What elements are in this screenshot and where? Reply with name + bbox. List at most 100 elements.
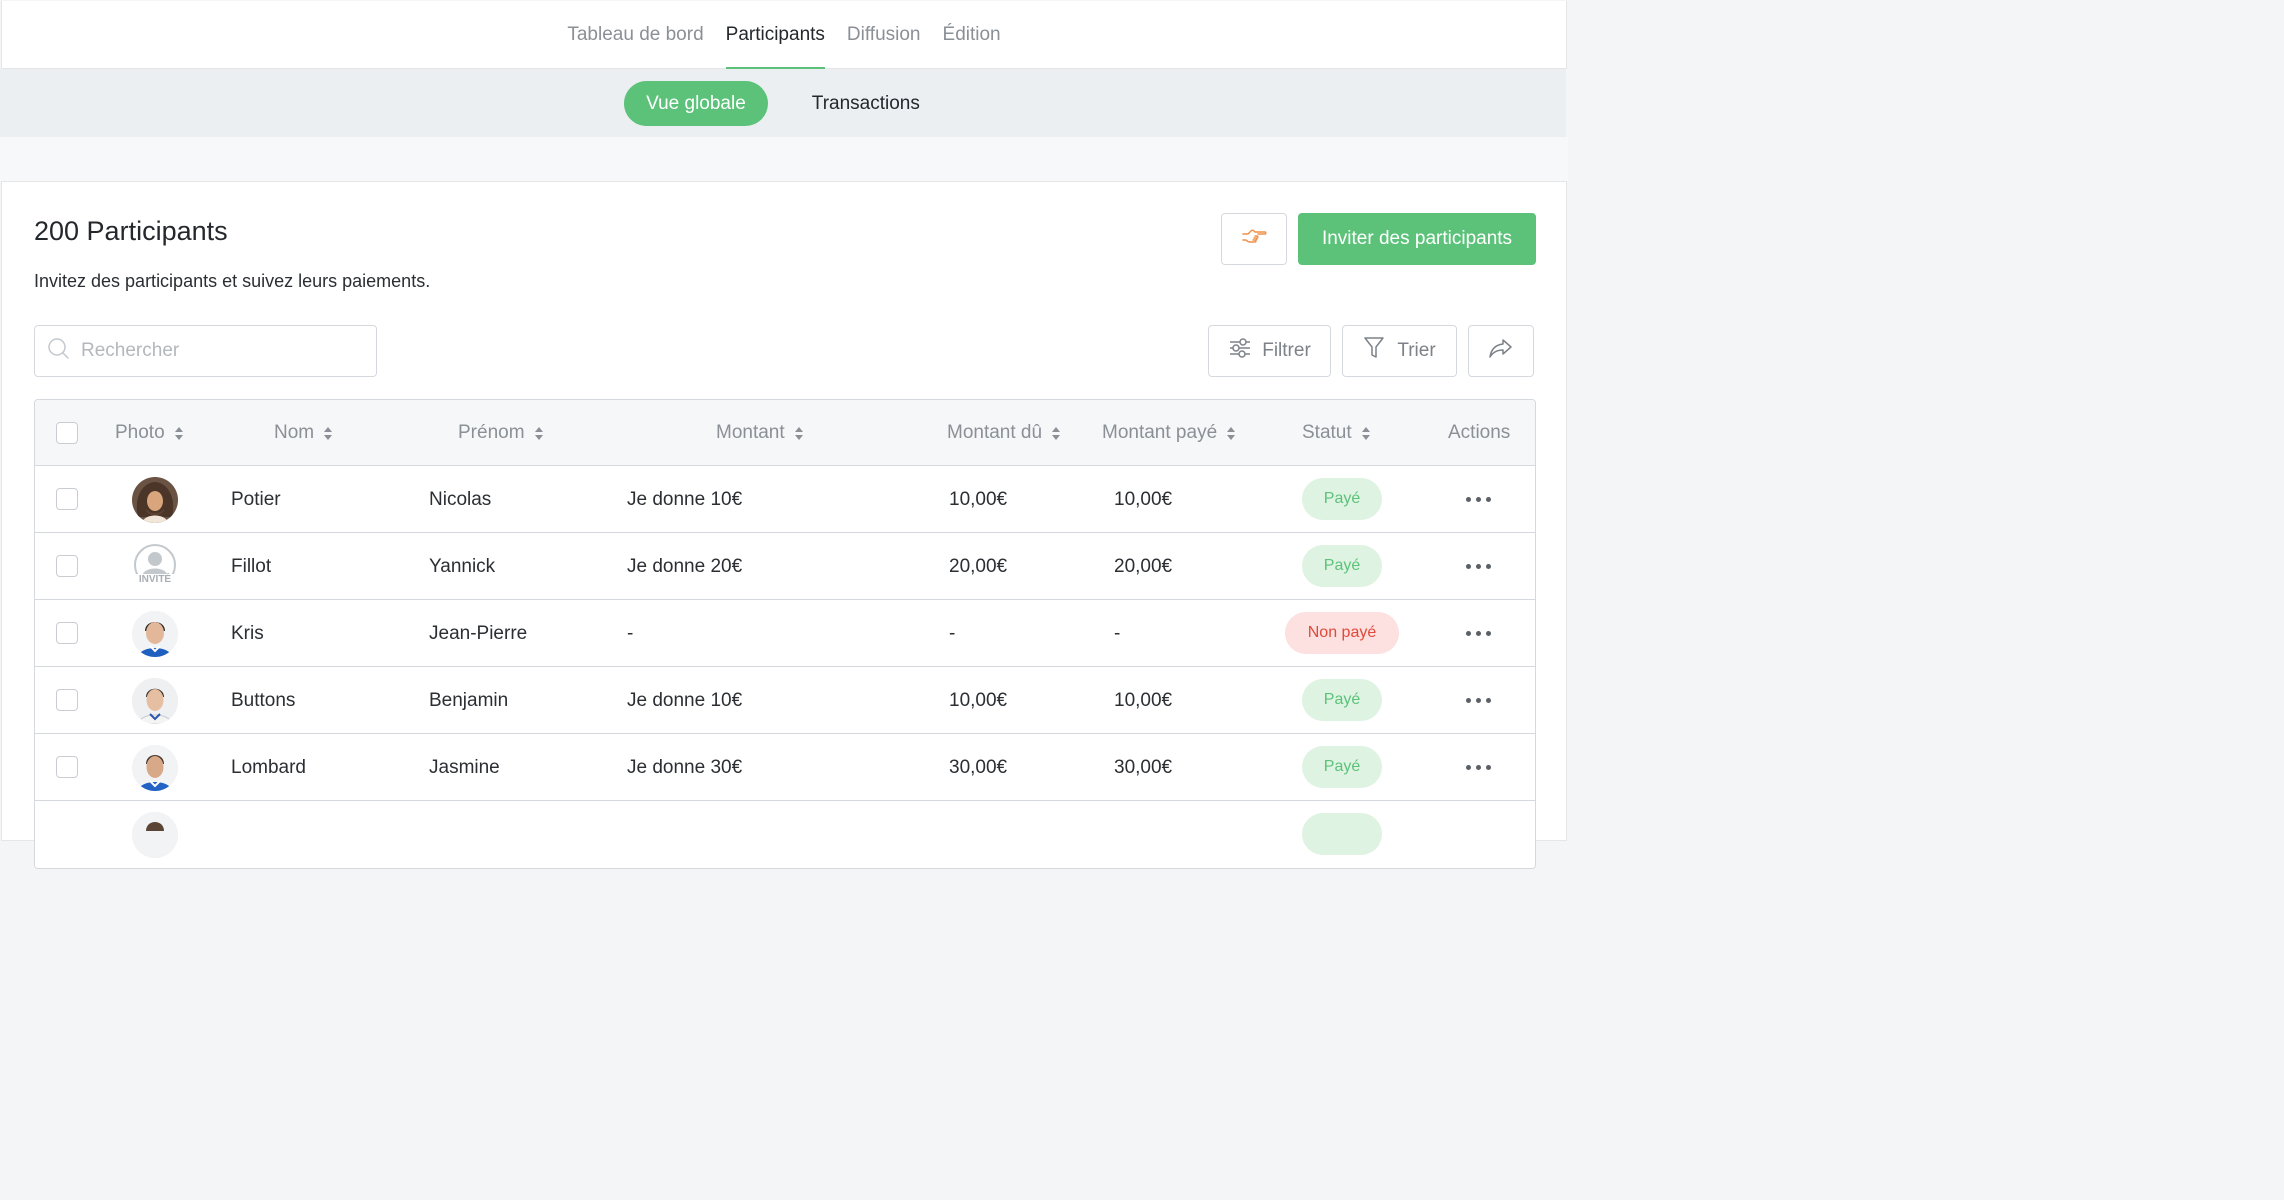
share-arrow-icon xyxy=(1488,337,1514,365)
more-dots-icon[interactable] xyxy=(1466,698,1491,703)
table-header: Photo Nom Prénom Montant Montant dû Mont… xyxy=(35,400,1535,466)
tab-participants[interactable]: Participants xyxy=(725,1,826,70)
cell-montant-du: - xyxy=(949,623,956,644)
avatar xyxy=(132,812,178,858)
column-prenom-label: Prénom xyxy=(458,422,525,443)
participants-card: 200 Participants Invitez des participant… xyxy=(1,181,1567,869)
avatar-invited: INVITÉ xyxy=(132,544,178,590)
table-row[interactable]: Potier Nicolas Je donne 10€ 10,00€ 10,00… xyxy=(35,466,1535,533)
row-checkbox[interactable] xyxy=(56,555,78,577)
select-all-checkbox[interactable] xyxy=(56,422,78,444)
filter-button[interactable]: Filtrer xyxy=(1208,325,1331,377)
cell-montant-paye: 30,00€ xyxy=(1114,757,1173,778)
more-dots-icon[interactable] xyxy=(1466,564,1491,569)
avatar xyxy=(132,678,178,724)
cell-montant: Je donne 30€ xyxy=(627,757,743,778)
share-button[interactable] xyxy=(1468,325,1534,377)
subtab-vue-globale[interactable]: Vue globale xyxy=(624,80,768,126)
page-title: 200 Participants xyxy=(34,216,228,246)
filter-label: Filtrer xyxy=(1262,340,1311,361)
column-photo[interactable]: Photo xyxy=(115,400,183,466)
column-montant-du-label: Montant dû xyxy=(947,422,1043,443)
cell-montant-paye: 10,00€ xyxy=(1114,489,1173,510)
column-statut[interactable]: Statut xyxy=(1302,400,1370,466)
participants-table: Photo Nom Prénom Montant Montant dû Mont… xyxy=(34,399,1536,869)
column-statut-label: Statut xyxy=(1302,422,1352,443)
cell-montant: - xyxy=(627,623,634,644)
table-row[interactable]: Buttons Benjamin Je donne 10€ 10,00€ 10,… xyxy=(35,667,1535,734)
table-row[interactable]: Kris Jean-Pierre - - - Non payé xyxy=(35,600,1535,667)
cell-montant-du: 20,00€ xyxy=(949,556,1008,577)
cell-prenom: Jasmine xyxy=(429,757,500,778)
avatar xyxy=(132,477,178,523)
column-actions: Actions xyxy=(1448,400,1510,466)
row-checkbox[interactable] xyxy=(56,756,78,778)
cell-prenom: Benjamin xyxy=(429,690,509,711)
tab-edition[interactable]: Édition xyxy=(943,1,1001,69)
column-montant-du[interactable]: Montant dû xyxy=(947,400,1061,466)
sliders-icon xyxy=(1228,337,1252,365)
more-dots-icon[interactable] xyxy=(1466,497,1491,502)
row-checkbox[interactable] xyxy=(56,622,78,644)
sort-arrows-icon xyxy=(324,426,333,440)
more-dots-icon[interactable] xyxy=(1466,765,1491,770)
cell-montant-paye: - xyxy=(1114,623,1121,644)
table-row[interactable]: INVITÉ Fillot Yannick Je donne 20€ 20,00… xyxy=(35,533,1535,600)
sort-label: Trier xyxy=(1397,340,1436,361)
sort-button[interactable]: Trier xyxy=(1342,325,1457,377)
column-montant[interactable]: Montant xyxy=(716,400,803,466)
reminder-button[interactable] xyxy=(1221,213,1287,265)
cell-prenom: Jean-Pierre xyxy=(429,623,528,644)
cell-montant: Je donne 10€ xyxy=(627,489,743,510)
status-badge: Non payé xyxy=(1285,612,1399,654)
column-montant-label: Montant xyxy=(716,422,785,443)
sort-arrows-icon xyxy=(174,426,183,440)
cell-nom: Lombard xyxy=(231,757,306,778)
cell-montant-du: 10,00€ xyxy=(949,690,1008,711)
cell-prenom: Nicolas xyxy=(429,489,492,510)
avatar xyxy=(132,611,178,657)
more-dots-icon[interactable] xyxy=(1466,631,1491,636)
cell-montant: Je donne 20€ xyxy=(627,556,743,577)
cell-nom: Fillot xyxy=(231,556,272,577)
cell-montant-paye: 10,00€ xyxy=(1114,690,1173,711)
cell-montant: Je donne 10€ xyxy=(627,690,743,711)
page-subtitle: Invitez des participants et suivez leurs… xyxy=(34,271,431,291)
column-nom[interactable]: Nom xyxy=(274,400,333,466)
cell-montant-paye: 20,00€ xyxy=(1114,556,1173,577)
sort-arrows-icon xyxy=(1052,426,1061,440)
sort-arrows-icon xyxy=(1227,426,1236,440)
table-row[interactable]: Lombard Jasmine Je donne 30€ 30,00€ 30,0… xyxy=(35,734,1535,801)
invited-label: INVITÉ xyxy=(132,574,178,586)
search-input[interactable] xyxy=(81,340,361,362)
funnel-icon xyxy=(1363,336,1385,366)
status-badge: Payé xyxy=(1302,679,1382,721)
table-row[interactable] xyxy=(35,801,1535,868)
cell-nom: Buttons xyxy=(231,690,296,711)
cell-prenom: Yannick xyxy=(429,556,496,577)
column-photo-label: Photo xyxy=(115,422,165,443)
search-field[interactable] xyxy=(34,325,377,377)
column-prenom[interactable]: Prénom xyxy=(458,400,543,466)
spacer-band xyxy=(0,137,1568,181)
status-badge xyxy=(1302,813,1382,855)
sort-arrows-icon xyxy=(794,426,803,440)
pointing-hand-icon xyxy=(1241,227,1267,251)
tab-tableau-de-bord[interactable]: Tableau de bord xyxy=(567,1,703,69)
cell-nom: Kris xyxy=(231,623,264,644)
column-montant-paye[interactable]: Montant payé xyxy=(1102,400,1236,466)
cell-nom: Potier xyxy=(231,489,281,510)
row-checkbox[interactable] xyxy=(56,689,78,711)
status-badge: Payé xyxy=(1302,478,1382,520)
avatar xyxy=(132,745,178,791)
tab-diffusion[interactable]: Diffusion xyxy=(847,1,921,69)
invite-participants-button[interactable]: Inviter des participants xyxy=(1298,213,1536,265)
cell-montant-du: 10,00€ xyxy=(949,489,1008,510)
row-checkbox[interactable] xyxy=(56,488,78,510)
top-nav: Tableau de bord Participants Diffusion É… xyxy=(1,1,1567,70)
subtab-transactions[interactable]: Transactions xyxy=(790,81,942,126)
search-icon xyxy=(47,337,71,366)
sort-arrows-icon xyxy=(534,426,543,440)
sort-arrows-icon xyxy=(1361,426,1370,440)
column-nom-label: Nom xyxy=(274,422,315,443)
